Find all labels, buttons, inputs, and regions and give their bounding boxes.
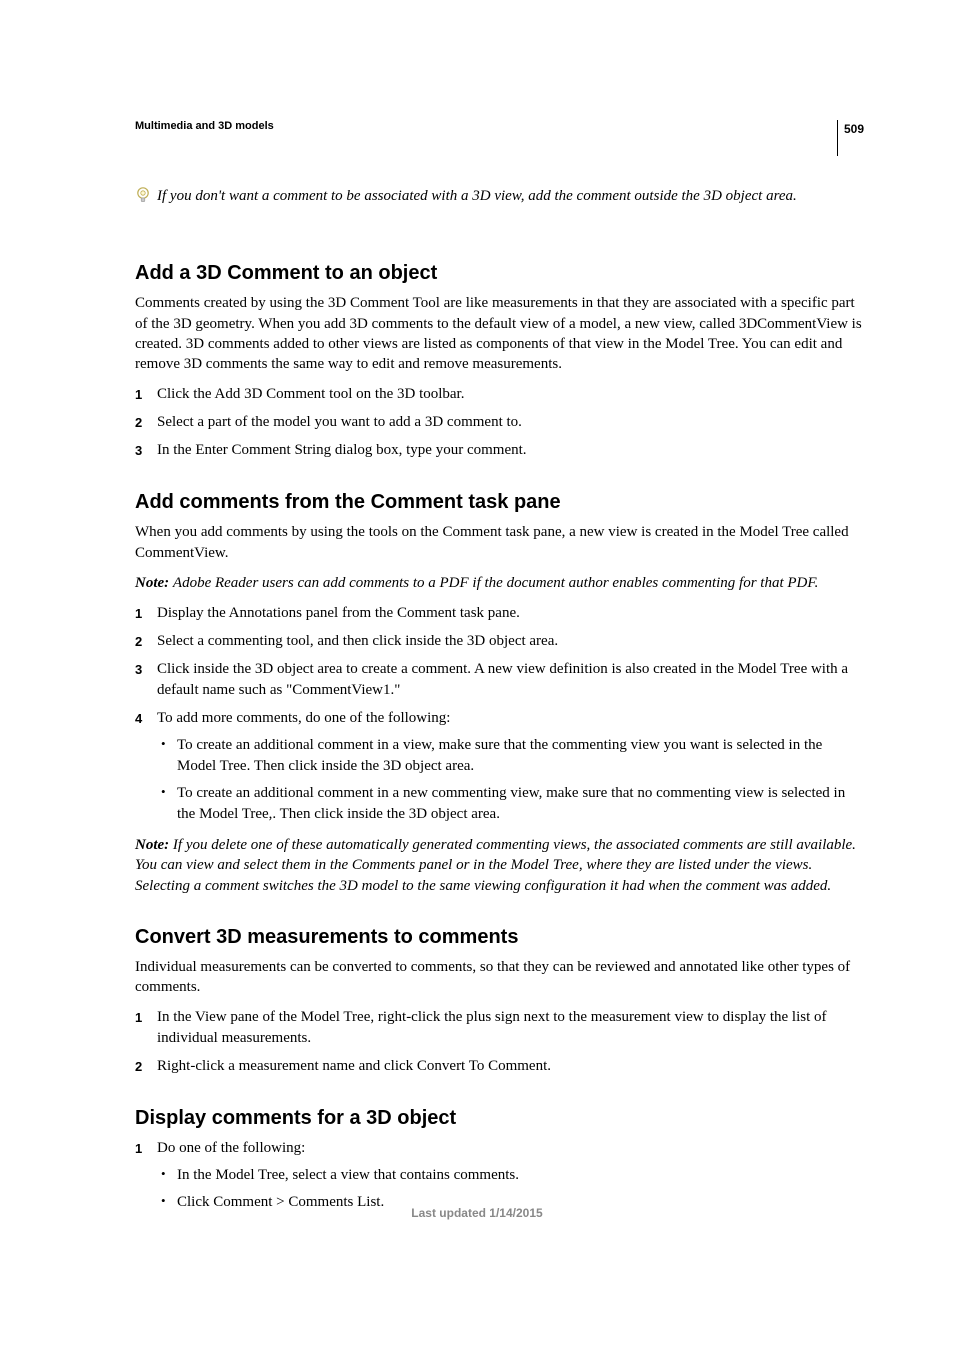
section-add-3d-comment-object: Add a 3D Comment to an object Comments c… [135, 262, 864, 461]
heading-display-comments: Display comments for a 3D object [135, 1107, 864, 1130]
lightbulb-icon [135, 186, 151, 206]
list-item: Do one of the following: In the Model Tr… [135, 1138, 864, 1213]
section-add-comments-task-pane: Add comments from the Comment task pane … [135, 491, 864, 896]
ordered-list: Click the Add 3D Comment tool on the 3D … [135, 384, 864, 461]
para: When you add comments by using the tools… [135, 522, 864, 563]
para: Individual measurements can be converted… [135, 957, 864, 998]
section-convert-3d-measurements: Convert 3D measurements to comments Indi… [135, 926, 864, 1078]
heading-convert-3d-measurements: Convert 3D measurements to comments [135, 926, 864, 949]
list-item: Click inside the 3D object area to creat… [135, 659, 864, 701]
ordered-list: Display the Annotations panel from the C… [135, 603, 864, 825]
list-item: In the View pane of the Model Tree, righ… [135, 1007, 864, 1049]
footer-last-updated: Last updated 1/14/2015 [0, 1206, 954, 1220]
heading-add-comments-task-pane: Add comments from the Comment task pane [135, 491, 864, 514]
page-number-container: 509 [837, 120, 864, 156]
heading-add-3d-comment-object: Add a 3D Comment to an object [135, 262, 864, 285]
list-item: Display the Annotations panel from the C… [135, 603, 864, 624]
page: 509 Multimedia and 3D models If you don'… [0, 0, 954, 1280]
section-display-comments: Display comments for a 3D object Do one … [135, 1107, 864, 1213]
list-item: In the Enter Comment String dialog box, … [135, 440, 864, 461]
note: Note: Adobe Reader users can add comment… [135, 573, 864, 593]
note-text: Adobe Reader users can add comments to a… [173, 575, 818, 591]
ordered-list: Do one of the following: In the Model Tr… [135, 1138, 864, 1213]
list-item-text: Do one of the following: [157, 1140, 305, 1156]
list-item: In the Model Tree, select a view that co… [157, 1165, 864, 1186]
page-number: 509 [844, 122, 864, 136]
tip-text: If you don't want a comment to be associ… [157, 186, 797, 206]
list-item: To create an additional comment in a vie… [157, 735, 864, 777]
ordered-list: In the View pane of the Model Tree, righ… [135, 1007, 864, 1077]
list-item: To add more comments, do one of the foll… [135, 708, 864, 825]
note-label: Note: [135, 837, 173, 853]
running-head: Multimedia and 3D models [135, 120, 864, 132]
bullet-list: To create an additional comment in a vie… [157, 735, 864, 825]
list-item: Select a part of the model you want to a… [135, 412, 864, 433]
note: Note: If you delete one of these automat… [135, 835, 864, 896]
list-item: Right-click a measurement name and click… [135, 1056, 864, 1077]
list-item: Select a commenting tool, and then click… [135, 631, 864, 652]
note-text: If you delete one of these automatically… [135, 837, 856, 894]
list-item: Click the Add 3D Comment tool on the 3D … [135, 384, 864, 405]
note-label: Note: [135, 575, 173, 591]
para: Comments created by using the 3D Comment… [135, 293, 864, 374]
tip-block: If you don't want a comment to be associ… [135, 186, 864, 206]
list-item-text: To add more comments, do one of the foll… [157, 710, 450, 726]
list-item: To create an additional comment in a new… [157, 783, 864, 825]
